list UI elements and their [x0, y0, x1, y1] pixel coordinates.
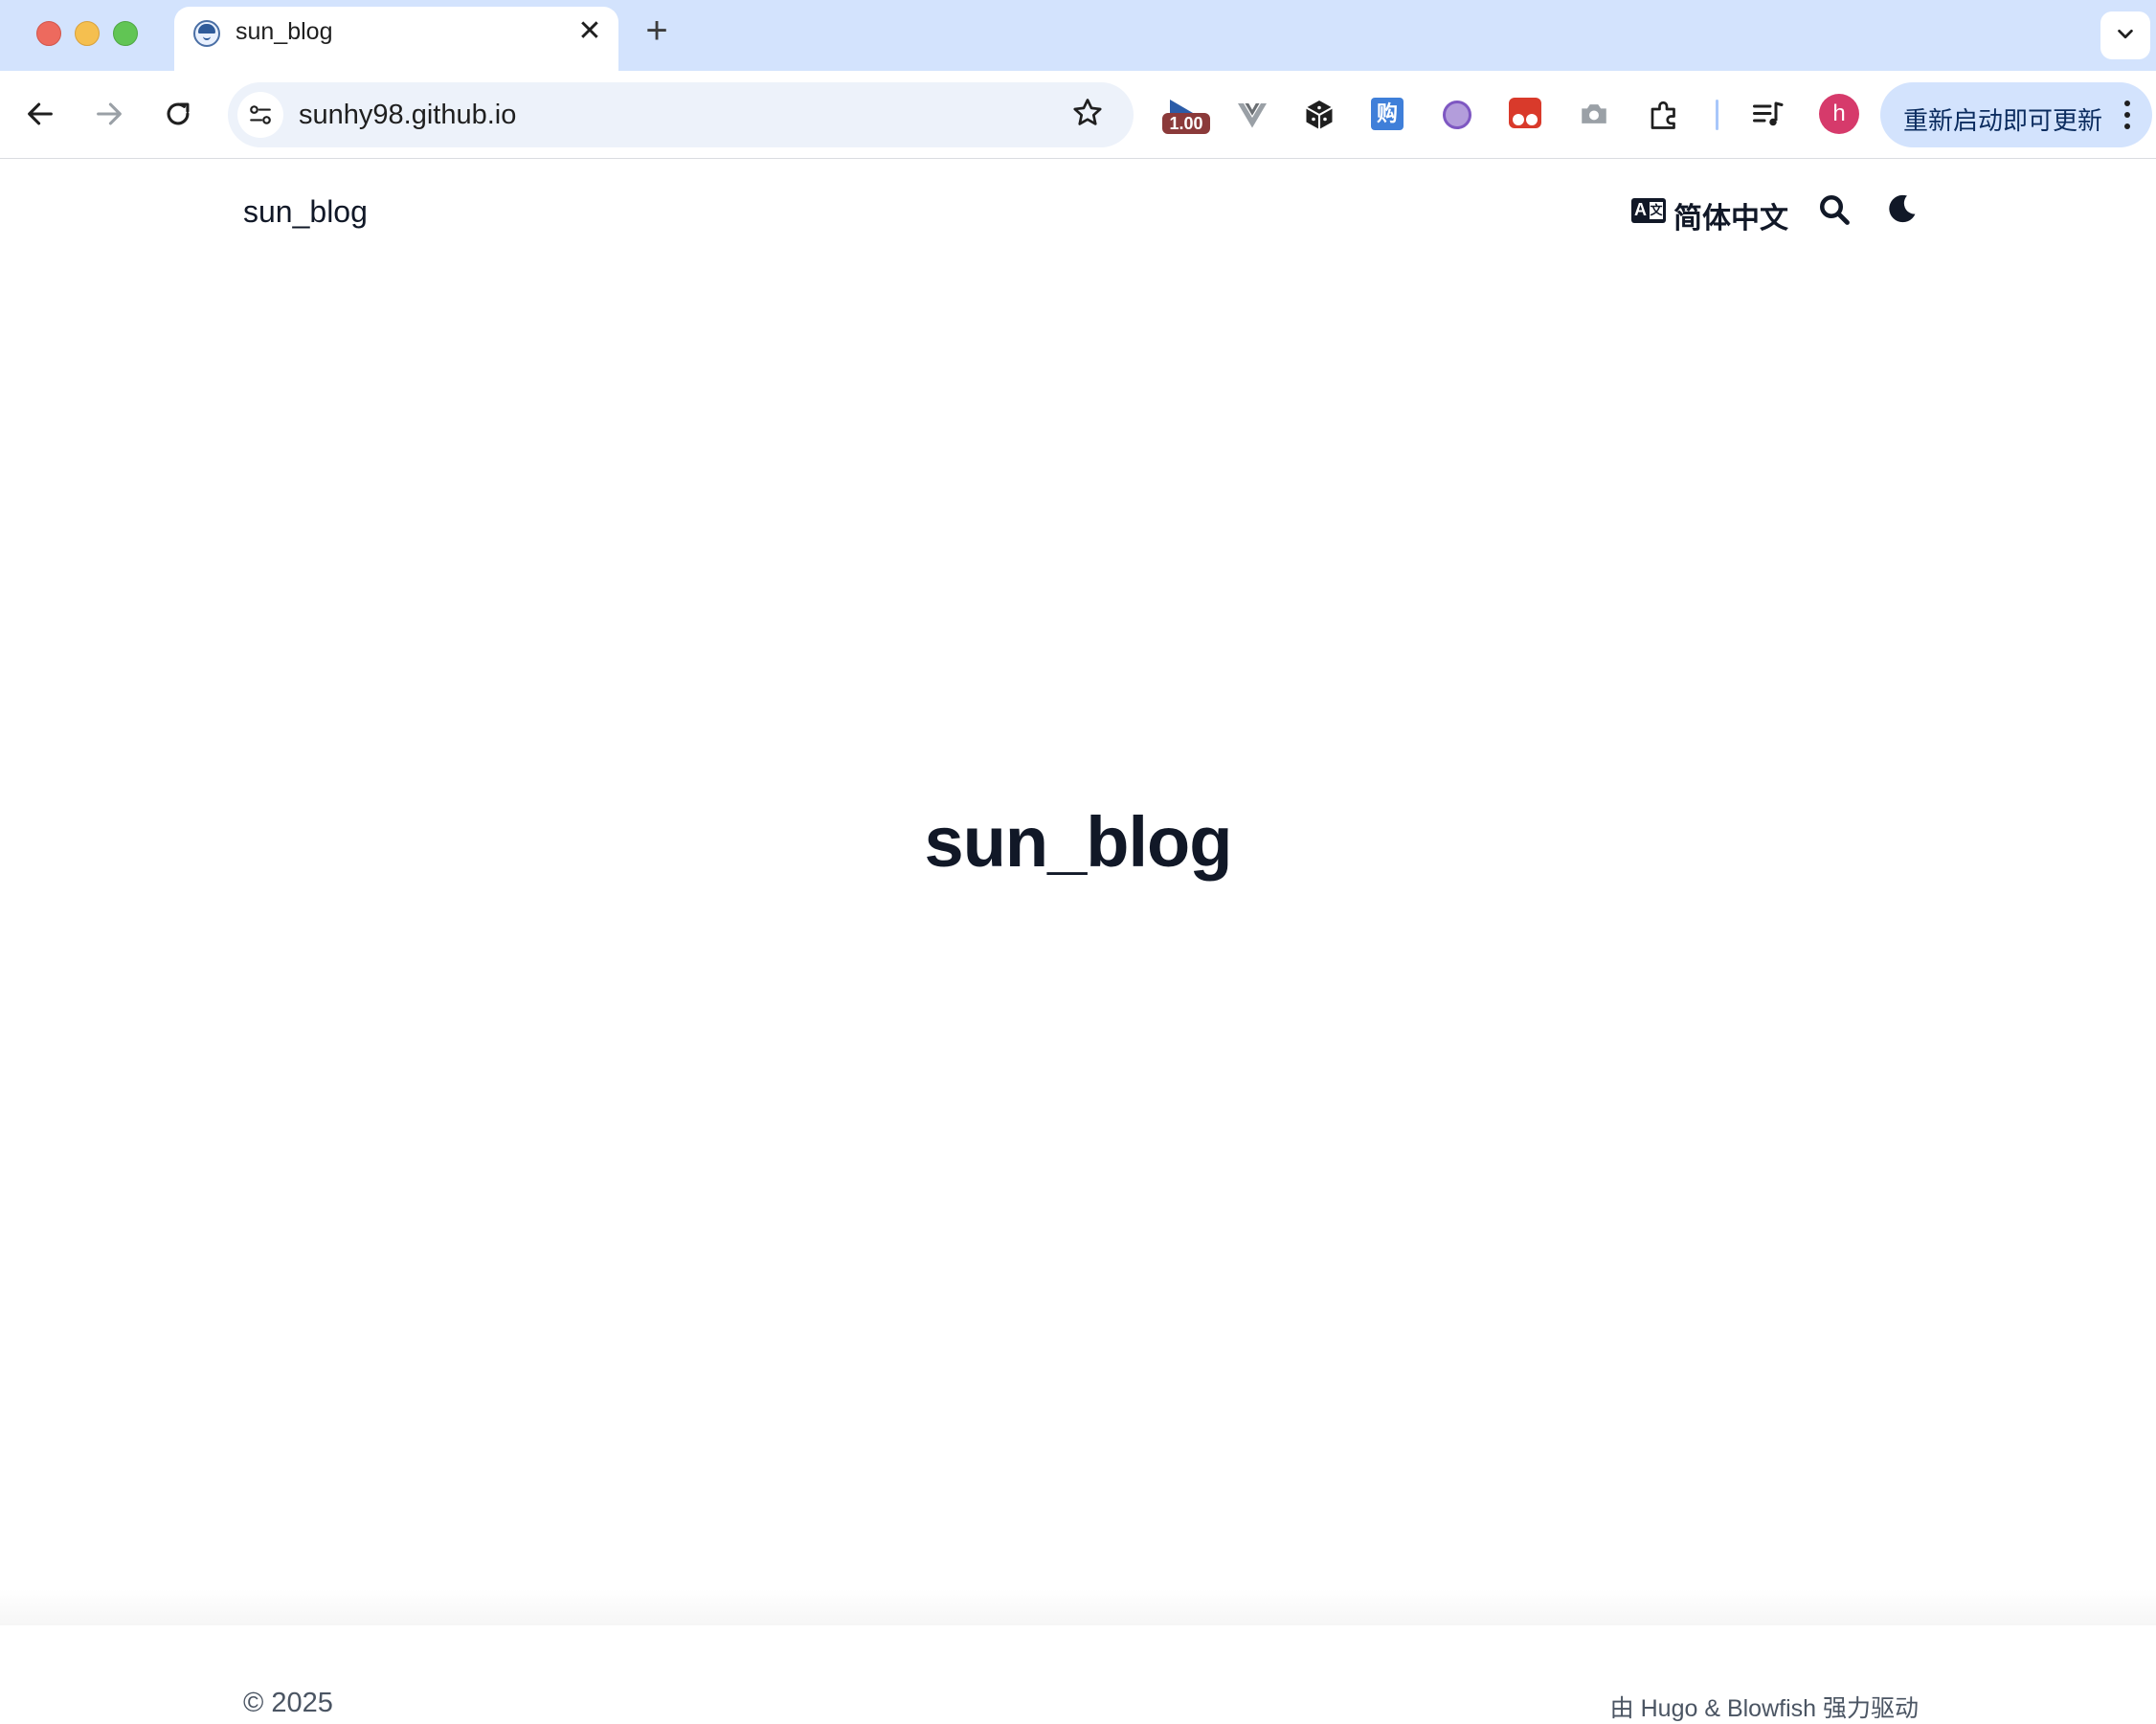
dark-mode-toggle[interactable]	[1886, 192, 1920, 227]
media-control-icon[interactable]	[1750, 98, 1788, 136]
red-extension-icon[interactable]	[1509, 98, 1547, 136]
minimize-window-button[interactable]	[75, 21, 100, 46]
new-tab-button[interactable]: +	[640, 11, 674, 50]
site-logo-link[interactable]: sun_blog	[243, 194, 368, 230]
reload-icon	[167, 102, 190, 125]
language-label: 简体中文	[1673, 203, 1788, 235]
forward-button[interactable]	[86, 92, 132, 138]
tab-search-button[interactable]	[2100, 11, 2150, 59]
footer-copyright: © 2025	[243, 1688, 333, 1718]
update-button-label: 重新启动即可更新	[1903, 106, 2103, 135]
active-tab[interactable]: sun_blog ✕	[174, 7, 618, 71]
close-window-button[interactable]	[36, 21, 61, 46]
vue-devtools-icon[interactable]	[1235, 98, 1273, 136]
tune-icon	[250, 105, 271, 124]
tab-title: sun_blog	[236, 18, 333, 45]
back-button[interactable]	[17, 92, 63, 138]
extensions-puzzle-icon[interactable]	[1647, 98, 1685, 136]
search-icon	[1820, 195, 1850, 225]
moon-icon	[1889, 194, 1916, 223]
chevron-down-icon	[2118, 29, 2133, 39]
tab-strip: sun_blog ✕ +	[0, 0, 2156, 71]
more-vertical-icon[interactable]	[2118, 98, 2137, 132]
camera-icon[interactable]	[1578, 98, 1616, 136]
speed-badge: 1.00	[1162, 113, 1210, 134]
search-button[interactable]	[1817, 192, 1852, 227]
site-favicon-icon	[193, 20, 220, 47]
cube-extension-icon[interactable]	[1302, 98, 1340, 136]
url-text[interactable]: sunhy98.github.io	[299, 100, 516, 131]
page-bottom-fade	[0, 1589, 2156, 1625]
maximize-window-button[interactable]	[113, 21, 138, 46]
arrow-left-icon	[28, 102, 53, 125]
hero-title: sun_blog	[924, 802, 1233, 882]
translate-extension-icon[interactable]: 购	[1371, 98, 1409, 136]
web-page: sun_blog A 文 简体中文 sun_blog © 2025 由 Hugo…	[0, 160, 2156, 1722]
address-bar[interactable]: sunhy98.github.io	[228, 82, 1134, 147]
profile-avatar[interactable]: h	[1819, 94, 1859, 134]
translate-icon: A 文	[1631, 198, 1666, 223]
update-button[interactable]: 重新启动即可更新	[1880, 82, 2152, 147]
reload-button[interactable]	[155, 92, 201, 138]
purple-extension-icon[interactable]	[1440, 98, 1478, 136]
arrow-right-icon	[97, 102, 122, 125]
toolbar-divider	[1716, 100, 1718, 130]
speed-extension-icon[interactable]: 1.00	[1162, 98, 1210, 136]
footer-powered-by: 由 Hugo & Blowfish 强力驱动	[1609, 1695, 1919, 1722]
tab-close-icon[interactable]: ✕	[574, 16, 605, 47]
browser-toolbar: sunhy98.github.io 1.00 购 h 重新启动即可更新	[0, 71, 2156, 159]
bookmark-star-icon[interactable]	[1070, 96, 1105, 130]
site-info-button[interactable]	[237, 92, 283, 138]
